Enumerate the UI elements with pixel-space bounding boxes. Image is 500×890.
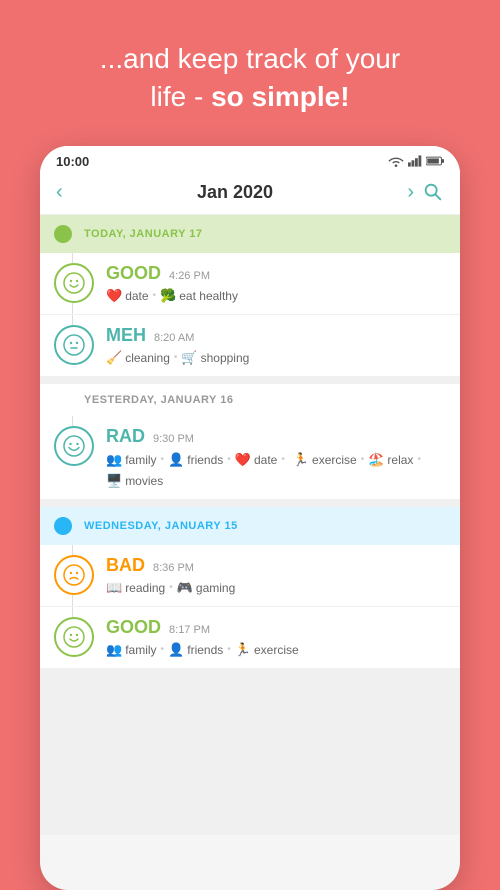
tag-cleaning-label: cleaning xyxy=(125,351,170,365)
tag-family-wed: 👥 family xyxy=(106,642,157,658)
header-line2-bold: so simple! xyxy=(211,81,349,112)
mood-name-good: GOOD xyxy=(106,263,161,284)
day-section-today: TODAY, JANUARY 17 GOOD 4:26 PM xyxy=(40,215,460,376)
entry-content-good-wed: GOOD 8:17 PM 👥 family • 👤 friends xyxy=(106,617,446,658)
mood-icon-good-wed xyxy=(54,617,94,657)
entry-content-bad: BAD 8:36 PM 📖 reading • 🎮 gaming xyxy=(106,555,446,596)
entry-time-good-wed: 8:17 PM xyxy=(169,624,210,636)
tag-gaming-label: gaming xyxy=(196,581,235,595)
tags-good: ❤️ date • 🥦 eat healthy xyxy=(106,288,446,304)
tag-date-label: date xyxy=(125,289,148,303)
wednesday-label: WEDNESDAY, JANUARY 15 xyxy=(84,520,238,532)
header-line2: life - so simple! xyxy=(100,78,400,116)
tag-shopping-label: shopping xyxy=(201,351,250,365)
entry-time-meh: 8:20 AM xyxy=(154,332,194,344)
tag-reading: 📖 reading xyxy=(106,580,165,596)
tags-meh: 🧹 cleaning • 🛒 shopping xyxy=(106,350,446,366)
entry-rad[interactable]: RAD 9:30 PM 👥 family • 👤 friends xyxy=(40,416,460,499)
mood-icon-meh xyxy=(54,325,94,365)
day-header-today: TODAY, JANUARY 17 xyxy=(40,215,460,253)
entry-time-rad: 9:30 PM xyxy=(153,433,194,445)
tag-eat-healthy: 🥦 eat healthy xyxy=(160,288,238,304)
header-line2-plain: life - xyxy=(150,81,211,112)
battery-icon xyxy=(426,155,444,167)
tags-good-wed: 👥 family • 👤 friends • 🏃 exercise xyxy=(106,642,446,658)
tag-gaming: 🎮 gaming xyxy=(177,580,236,596)
status-icons xyxy=(388,155,444,167)
signal-icon xyxy=(408,155,422,167)
day-header-wednesday: WEDNESDAY, JANUARY 15 xyxy=(40,507,460,545)
tags-rad: 👥 family • 👤 friends • ❤️ date xyxy=(106,451,446,489)
day-header-yesterday: YESTERDAY, JANUARY 16 xyxy=(40,384,460,416)
wifi-icon xyxy=(388,155,404,167)
nav-bar: ‹ Jan 2020 › xyxy=(40,173,460,215)
entry-bad[interactable]: BAD 8:36 PM 📖 reading • 🎮 gaming xyxy=(40,545,460,607)
header-line1: ...and keep track of your xyxy=(100,40,400,78)
tag-shopping: 🛒 shopping xyxy=(181,350,249,366)
tag-exercise-wed: 🏃 exercise xyxy=(235,642,299,658)
today-label: TODAY, JANUARY 17 xyxy=(84,228,203,240)
entry-good-wed[interactable]: GOOD 8:17 PM 👥 family • 👤 friends xyxy=(40,607,460,668)
mood-name-bad: BAD xyxy=(106,555,145,576)
tag-reading-label: reading xyxy=(125,581,165,595)
tag-friends: 👤 friends xyxy=(168,452,223,468)
tag-friends-wed: 👤 friends xyxy=(168,642,223,658)
day-section-wednesday: WEDNESDAY, JANUARY 15 BAD 8:36 PM xyxy=(40,507,460,668)
mood-icon-good xyxy=(54,263,94,303)
tag-date: ❤️ date xyxy=(106,288,149,304)
entry-content-meh: MEH 8:20 AM 🧹 cleaning • 🛒 shopping xyxy=(106,325,446,366)
status-bar: 10:00 xyxy=(40,146,460,173)
wednesday-dot xyxy=(54,517,72,535)
day-section-yesterday: YESTERDAY, JANUARY 16 RAD 9:30 PM xyxy=(40,384,460,499)
mood-icon-bad xyxy=(54,555,94,595)
entry-good[interactable]: GOOD 4:26 PM ❤️ date • 🥦 eat healthy xyxy=(40,253,460,315)
entry-time-good: 4:26 PM xyxy=(169,270,210,282)
tag-date-rad: ❤️ date xyxy=(235,452,278,468)
tags-bad: 📖 reading • 🎮 gaming xyxy=(106,580,446,596)
tag-relax: 🏖️ relax xyxy=(368,452,413,468)
scroll-area: TODAY, JANUARY 17 GOOD 4:26 PM xyxy=(40,215,460,835)
tag-movies: 🖥️ movies xyxy=(106,473,163,489)
entry-time-bad: 8:36 PM xyxy=(153,562,194,574)
tag-eat-healthy-label: eat healthy xyxy=(179,289,238,303)
nav-prev-button[interactable]: ‹ xyxy=(56,181,63,204)
entry-content-good: GOOD 4:26 PM ❤️ date • 🥦 eat healthy xyxy=(106,263,446,304)
mood-name-meh: MEH xyxy=(106,325,146,346)
tag-family: 👥 family xyxy=(106,452,157,468)
mood-name-good-wed: GOOD xyxy=(106,617,161,638)
nav-next-button[interactable]: › xyxy=(407,181,414,204)
entry-content-rad: RAD 9:30 PM 👥 family • 👤 friends xyxy=(106,426,446,489)
tag-cleaning: 🧹 cleaning xyxy=(106,350,170,366)
tag-exercise: 🏃 exercise xyxy=(293,452,357,468)
entry-meh[interactable]: MEH 8:20 AM 🧹 cleaning • 🛒 shopping xyxy=(40,315,460,376)
mood-name-rad: RAD xyxy=(106,426,145,447)
nav-title: Jan 2020 xyxy=(197,182,273,203)
status-time: 10:00 xyxy=(56,154,89,169)
header-section: ...and keep track of your life - so simp… xyxy=(70,0,430,146)
today-dot xyxy=(54,225,72,243)
yesterday-label: YESTERDAY, JANUARY 16 xyxy=(84,394,233,406)
search-icon[interactable] xyxy=(422,181,444,203)
phone-frame: 10:00 ‹ Jan 2020 › xyxy=(40,146,460,890)
mood-icon-rad xyxy=(54,426,94,466)
